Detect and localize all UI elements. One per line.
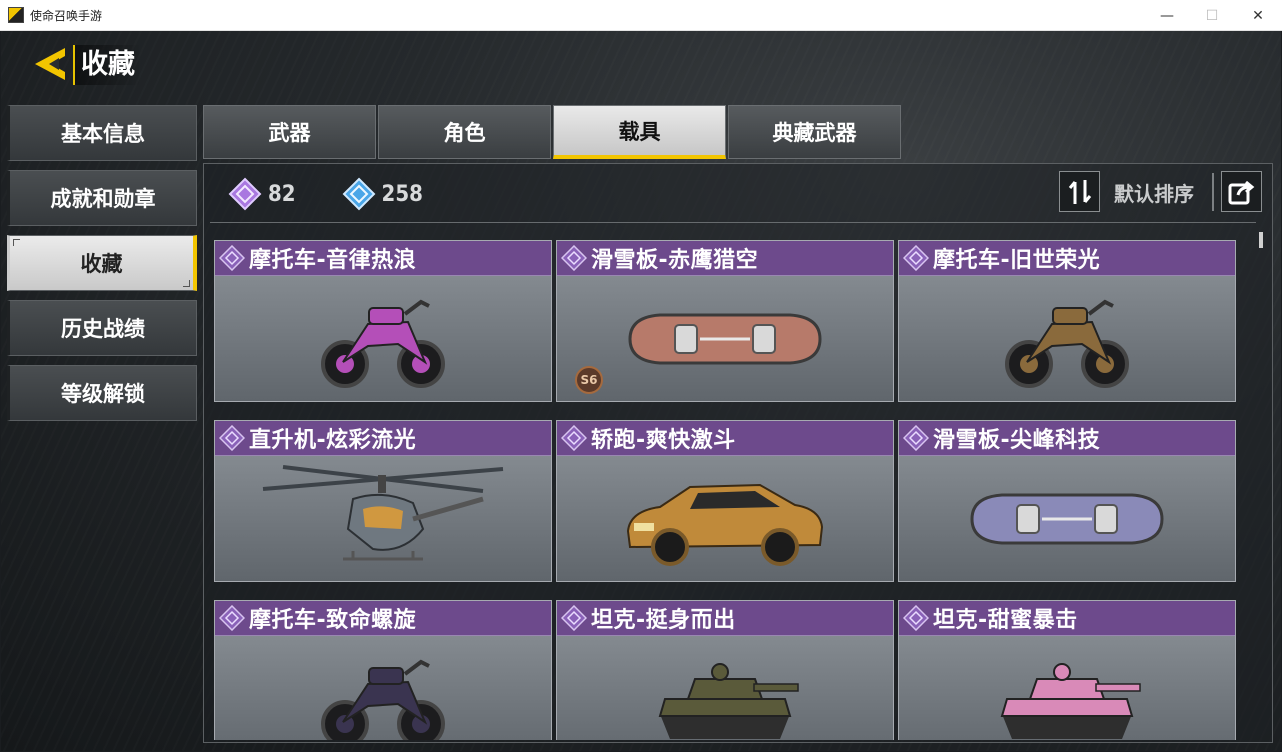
epic-count: 82 — [268, 181, 296, 207]
rarity-stats: 82 258 — [228, 176, 469, 212]
window-titlebar: 使命召唤手游 — ☐ ✕ — [0, 0, 1282, 31]
tab-vehicles[interactable]: 载具 — [553, 105, 726, 159]
vehicle-grid: 摩托车-音律热浪 滑雪板-赤鹰猎空 S6 摩托车-旧世荣光 直升机-炫彩流光 轿… — [214, 240, 1238, 740]
vehicle-snowboard-image — [557, 277, 893, 401]
epic-gem-icon — [228, 177, 262, 211]
vehicle-tank-image — [899, 637, 1235, 740]
vehicle-card[interactable]: 摩托车-旧世荣光 — [898, 240, 1236, 402]
epic-gem-icon — [561, 425, 587, 451]
vehicle-car-image — [557, 457, 893, 581]
vehicle-name: 滑雪板-尖峰科技 — [933, 428, 1101, 453]
collection-panel: 82 258 默认排序 摩托车-音律热浪 滑雪板-赤鹰猎空 S6 摩托车-旧世荣… — [203, 163, 1273, 743]
side-item-label: 等级解锁 — [61, 382, 145, 406]
scrollbar[interactable] — [1258, 230, 1264, 740]
epic-gem-icon — [903, 425, 929, 451]
tab-legendary-weapons[interactable]: 典藏武器 — [728, 105, 901, 159]
epic-gem-icon — [219, 245, 245, 271]
share-button[interactable] — [1221, 171, 1262, 212]
side-item-label: 成就和勋章 — [50, 187, 156, 211]
sort-button[interactable] — [1059, 171, 1100, 212]
rare-stat: 258 — [342, 177, 423, 211]
side-item-label: 基本信息 — [61, 122, 145, 146]
side-item-basic-info[interactable]: 基本信息 — [7, 105, 197, 161]
vehicle-card-header: 摩托车-音律热浪 — [215, 241, 551, 276]
close-button[interactable]: ✕ — [1235, 0, 1281, 31]
epic-gem-icon — [903, 605, 929, 631]
vehicle-name: 摩托车-音律热浪 — [249, 248, 417, 273]
vehicle-name: 直升机-炫彩流光 — [249, 428, 417, 453]
side-item-achievements[interactable]: 成就和勋章 — [7, 170, 197, 226]
category-tabs: 武器 角色 载具 典藏武器 — [203, 105, 903, 159]
tab-weapons[interactable]: 武器 — [203, 105, 376, 159]
side-item-collection[interactable]: 收藏 — [7, 235, 197, 291]
epic-stat: 82 — [228, 177, 296, 211]
vehicle-card-header: 轿跑-爽快激斗 — [557, 421, 893, 456]
back-arrow-icon — [35, 48, 65, 80]
game-viewport: 收藏 基本信息 成就和勋章 收藏 历史战绩 等级解锁 武器 角色 载具 典藏武器… — [1, 31, 1281, 751]
divider — [1212, 173, 1214, 211]
vehicle-card[interactable]: 摩托车-音律热浪 — [214, 240, 552, 402]
epic-gem-icon — [903, 245, 929, 271]
season-badge: S6 — [575, 366, 603, 394]
side-item-level-unlock[interactable]: 等级解锁 — [7, 365, 197, 421]
vehicle-card-header: 直升机-炫彩流光 — [215, 421, 551, 456]
vehicle-card-header: 坦克-挺身而出 — [557, 601, 893, 636]
vehicle-card[interactable]: 轿跑-爽快激斗 — [556, 420, 894, 582]
vehicle-snowboard-image — [899, 457, 1235, 581]
vehicle-name: 滑雪板-赤鹰猎空 — [591, 248, 759, 273]
vehicle-card-header: 滑雪板-赤鹰猎空 — [557, 241, 893, 276]
minimize-button[interactable]: — — [1144, 0, 1190, 31]
page-title: 收藏 — [73, 45, 141, 85]
vehicle-card-header: 滑雪板-尖峰科技 — [899, 421, 1235, 456]
vehicle-card[interactable]: 直升机-炫彩流光 — [214, 420, 552, 582]
epic-gem-icon — [561, 245, 587, 271]
sort-icon — [1068, 179, 1091, 204]
vehicle-motorcycle-image — [215, 277, 551, 401]
vehicle-card[interactable]: 坦克-甜蜜暴击 — [898, 600, 1236, 740]
side-item-history[interactable]: 历史战绩 — [7, 300, 197, 356]
vehicle-name: 摩托车-旧世荣光 — [933, 248, 1101, 273]
vehicle-card[interactable]: 滑雪板-赤鹰猎空 S6 — [556, 240, 894, 402]
epic-gem-icon — [561, 605, 587, 631]
window-title: 使命召唤手游 — [30, 8, 103, 23]
app-icon — [8, 7, 24, 23]
epic-gem-icon — [219, 425, 245, 451]
side-item-label: 收藏 — [80, 252, 123, 276]
vehicle-motorcycle-image — [899, 277, 1235, 401]
vehicle-card-header: 坦克-甜蜜暴击 — [899, 601, 1235, 636]
side-item-label: 历史战绩 — [61, 317, 145, 341]
vehicle-name: 轿跑-爽快激斗 — [591, 428, 736, 453]
vehicle-name: 摩托车-致命螺旋 — [249, 608, 417, 633]
vehicle-card-header: 摩托车-旧世荣光 — [899, 241, 1235, 276]
maximize-button[interactable]: ☐ — [1189, 0, 1235, 31]
vehicle-card[interactable]: 滑雪板-尖峰科技 — [898, 420, 1236, 582]
vehicle-card[interactable]: 坦克-挺身而出 — [556, 600, 894, 740]
rare-count: 258 — [381, 181, 423, 207]
vehicle-name: 坦克-甜蜜暴击 — [933, 608, 1078, 633]
rare-gem-icon — [342, 177, 375, 211]
scroll-thumb[interactable] — [1259, 232, 1263, 248]
share-icon — [1228, 180, 1254, 204]
vehicle-helicopter-image — [215, 457, 551, 581]
vehicle-card-header: 摩托车-致命螺旋 — [215, 601, 551, 636]
sort-label[interactable]: 默认排序 — [1114, 178, 1194, 207]
side-menu: 基本信息 成就和勋章 收藏 历史战绩 等级解锁 — [7, 105, 197, 430]
vehicle-tank-image — [557, 637, 893, 740]
vehicle-card[interactable]: 摩托车-致命螺旋 — [214, 600, 552, 740]
vehicle-name: 坦克-挺身而出 — [591, 608, 736, 633]
epic-gem-icon — [219, 605, 245, 631]
vehicle-motorcycle-image — [215, 637, 551, 740]
tab-characters[interactable]: 角色 — [378, 105, 551, 159]
panel-divider — [210, 222, 1256, 223]
back-button[interactable] — [29, 43, 71, 85]
